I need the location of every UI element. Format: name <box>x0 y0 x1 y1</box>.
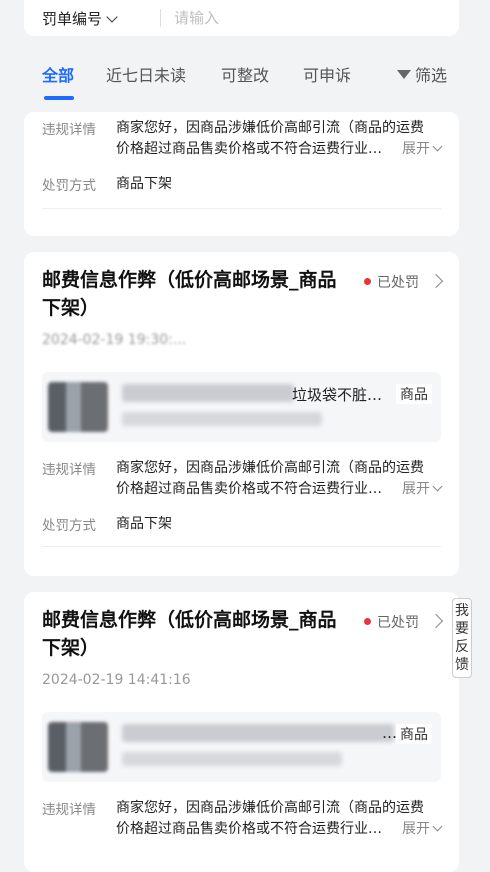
penalty-card[interactable]: 邮费信息作弊（低价高邮场景_商品下架） 已处罚 2024-02-19 14:41… <box>24 592 459 872</box>
divider <box>42 208 441 209</box>
chevron-down-icon <box>432 481 443 492</box>
product-thumbnail <box>48 722 108 772</box>
status-badge[interactable]: 已处罚 <box>364 272 444 292</box>
filter-button[interactable]: 筛选 <box>396 62 447 86</box>
detail-label: 违规详情 <box>42 462 96 478</box>
detail-line: 价格超过商品售卖价格或不符合运费行业… <box>116 481 382 497</box>
status-text: 已处罚 <box>377 615 419 631</box>
detail-line: 商家您好，因商品涉嫌低价高邮引流（商品的运费 <box>116 460 424 476</box>
filter-icon <box>396 70 411 79</box>
expand-button[interactable]: 展开 <box>400 819 443 840</box>
chevron-down-icon <box>432 141 443 152</box>
feedback-button[interactable]: 我要反馈 <box>452 598 472 678</box>
divider <box>160 9 161 27</box>
divider <box>42 546 441 547</box>
penalty-title: 邮费信息作弊（低价高邮场景_商品下架） <box>42 269 337 319</box>
product-tag: 商品 <box>396 724 432 744</box>
chevron-down-icon <box>432 821 443 832</box>
penalty-label: 处罚方式 <box>42 178 96 194</box>
penalty-card[interactable]: 邮费信息作弊（低价高邮场景_商品下架） 已处罚 2024-02-19 19:30… <box>24 252 459 576</box>
search-bar: 罚单编号 <box>24 0 459 36</box>
penalty-value: 商品下架 <box>116 516 172 532</box>
penalty-label: 处罚方式 <box>42 518 96 534</box>
expand-label: 展开 <box>402 141 430 157</box>
chevron-right-icon <box>428 613 444 629</box>
violation-detail-row: 违规详情 商家您好，因商品涉嫌低价高邮引流（商品的运费 价格超过商品售卖价格或不… <box>42 798 443 842</box>
violation-detail-row: 违规详情 商家您好，因商品涉嫌低价高邮引流（商品的运费 价格超过商品售卖价格或不… <box>42 458 443 502</box>
detail-text: 商家您好，因商品涉嫌低价高邮引流（商品的运费 价格超过商品售卖价格或不符合运费行… <box>116 118 443 160</box>
expand-label: 展开 <box>402 481 430 497</box>
detail-line: 商家您好，因商品涉嫌低价高邮引流（商品的运费 <box>116 120 424 136</box>
product-item[interactable]: 垃圾袋不脏… 商品 <box>42 372 441 442</box>
expand-button[interactable]: 展开 <box>400 139 443 160</box>
search-input[interactable] <box>174 6 374 30</box>
penalty-method-row: 处罚方式 商品下架 <box>42 514 441 534</box>
filter-label: 筛选 <box>414 66 447 85</box>
expand-label: 展开 <box>402 821 430 837</box>
search-type-label: 罚单编号 <box>42 10 103 28</box>
expand-button[interactable]: 展开 <box>400 479 443 500</box>
product-tag: 商品 <box>396 384 432 404</box>
chevron-down-icon <box>106 11 118 23</box>
timestamp: 2024-02-19 14:41:16 <box>42 672 191 688</box>
blurred-text <box>122 752 342 766</box>
detail-text: 商家您好，因商品涉嫌低价高邮引流（商品的运费 价格超过商品售卖价格或不符合运费行… <box>116 798 443 840</box>
product-name: 垃圾袋不脏… <box>292 386 383 404</box>
penalty-title: 邮费信息作弊（低价高邮场景_商品下架） <box>42 609 337 659</box>
timestamp: 2024-02-19 19:30:... <box>42 332 187 348</box>
tab-rectifiable[interactable]: 可整改 <box>221 62 269 86</box>
tab-all[interactable]: 全部 <box>42 62 74 86</box>
tab-appealable[interactable]: 可申诉 <box>303 62 355 86</box>
product-thumbnail <box>48 382 108 432</box>
penalty-method-row: 处罚方式 商品下架 <box>42 174 441 194</box>
search-type-dropdown[interactable]: 罚单编号 <box>42 8 118 29</box>
blurred-text <box>122 384 294 402</box>
detail-label: 违规详情 <box>42 122 96 138</box>
tab-bar: 全部 近七日未读 可整改 可申诉 筛选 <box>24 52 459 102</box>
status-badge[interactable]: 已处罚 <box>364 612 444 632</box>
chevron-right-icon <box>428 273 444 289</box>
product-name: … <box>382 724 397 742</box>
blurred-text <box>122 412 322 426</box>
detail-line: 价格超过商品售卖价格或不符合运费行业… <box>116 141 382 157</box>
tab-unread-7-days[interactable]: 近七日未读 <box>106 62 186 86</box>
product-item[interactable]: … 商品 <box>42 712 441 782</box>
status-text: 已处罚 <box>377 275 419 291</box>
status-dot <box>364 618 371 625</box>
active-tab-indicator <box>44 96 74 100</box>
detail-text: 商家您好，因商品涉嫌低价高邮引流（商品的运费 价格超过商品售卖价格或不符合运费行… <box>116 458 443 500</box>
detail-label: 违规详情 <box>42 802 96 818</box>
violation-detail-row: 违规详情 商家您好，因商品涉嫌低价高邮引流（商品的运费 价格超过商品售卖价格或不… <box>42 118 443 162</box>
detail-line: 商家您好，因商品涉嫌低价高邮引流（商品的运费 <box>116 800 424 816</box>
penalty-value: 商品下架 <box>116 176 172 192</box>
status-dot <box>364 278 371 285</box>
detail-line: 价格超过商品售卖价格或不符合运费行业… <box>116 821 382 837</box>
blurred-text <box>122 724 394 742</box>
penalty-card[interactable]: 违规详情 商家您好，因商品涉嫌低价高邮引流（商品的运费 价格超过商品售卖价格或不… <box>24 112 459 236</box>
